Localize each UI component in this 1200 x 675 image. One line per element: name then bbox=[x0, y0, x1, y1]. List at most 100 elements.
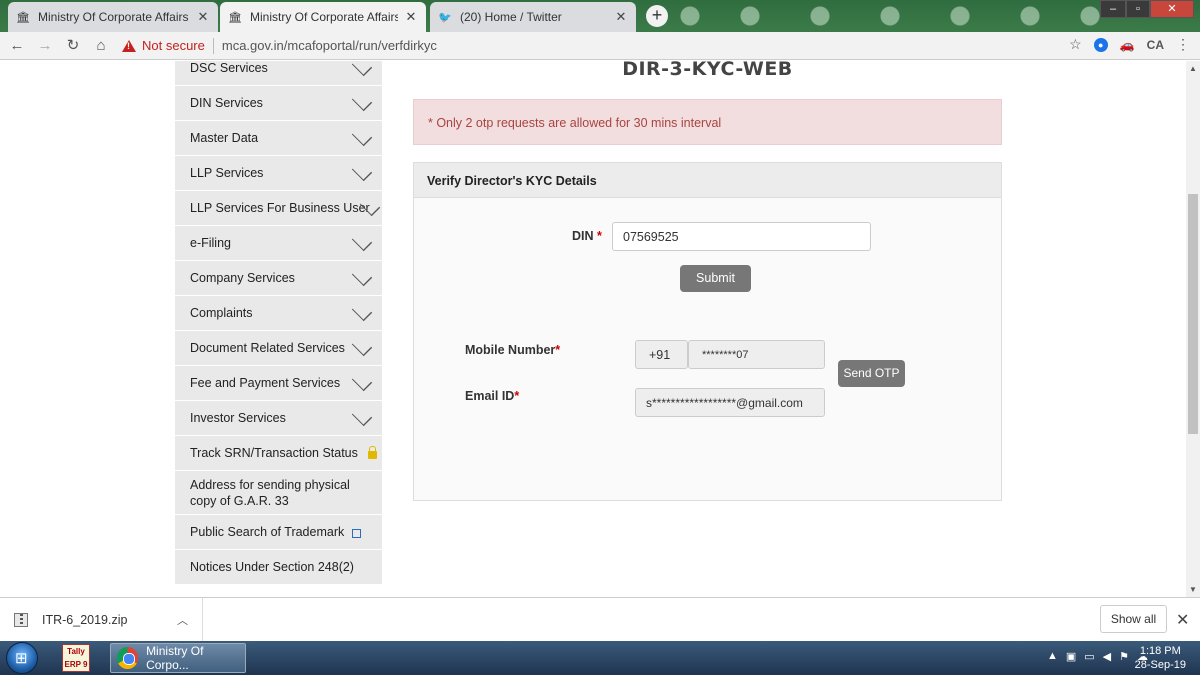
action-center-icon[interactable]: ⚑ bbox=[1119, 650, 1129, 663]
extension-ca-icon[interactable]: CA bbox=[1147, 38, 1164, 52]
show-hidden-icons-icon[interactable]: ▲ bbox=[1047, 650, 1058, 663]
sidebar-item-label: Document Related Services bbox=[190, 341, 345, 355]
bookmark-star-icon[interactable]: ☆ bbox=[1069, 36, 1082, 53]
clock-time: 1:18 PM bbox=[1139, 645, 1181, 657]
send-otp-button[interactable]: Send OTP bbox=[838, 360, 905, 387]
back-icon[interactable]: ← bbox=[6, 35, 28, 57]
scrollbar-thumb[interactable] bbox=[1188, 194, 1198, 434]
taskbar-chrome-window[interactable]: Ministry Of Corpo... bbox=[110, 643, 246, 673]
tab-strip: 🏛 Ministry Of Corporate Affairs - Gr ✕ 🏛… bbox=[0, 0, 1200, 32]
sidebar-item-label: Public Search of Trademark bbox=[190, 525, 345, 539]
emblem-icon: 🏛 bbox=[16, 11, 30, 24]
sidebar-item-document-services[interactable]: Document Related Services bbox=[175, 331, 382, 365]
sidebar-item-trademark-search[interactable]: Public Search of Trademark bbox=[175, 515, 382, 549]
required-mark: * bbox=[555, 343, 561, 357]
sidebar-item-label: Company Services bbox=[190, 271, 295, 285]
clock[interactable]: 1:18 PM 28-Sep-19 bbox=[1135, 644, 1186, 672]
chevron-down-icon bbox=[351, 335, 373, 357]
new-tab-button[interactable]: + bbox=[646, 5, 668, 27]
page-scrollbar[interactable]: ▲ ▼ bbox=[1186, 61, 1200, 597]
menu-icon[interactable]: ⋮ bbox=[1176, 36, 1190, 53]
chevron-down-icon bbox=[351, 160, 373, 182]
close-icon[interactable]: ✕ bbox=[1176, 610, 1189, 630]
monitor-icon[interactable]: ▭ bbox=[1084, 650, 1094, 663]
din-input[interactable]: 07569525 bbox=[612, 222, 871, 251]
close-window-icon[interactable]: ✕ bbox=[1150, 0, 1194, 18]
sidebar-item-investor-services[interactable]: Investor Services bbox=[175, 401, 382, 435]
zip-file-icon bbox=[14, 613, 28, 627]
sidebar-item-label: e-Filing bbox=[190, 236, 231, 250]
tab-label: Ministry Of Corporate Affairs - Gr bbox=[38, 10, 190, 24]
windows-taskbar: ⊞ Tally ERP 9 Ministry Of Corpo... ▲ ▣ ▭… bbox=[0, 641, 1200, 675]
sidebar-item-label: Track SRN/Transaction Status bbox=[190, 446, 358, 460]
extension-icon[interactable]: ● bbox=[1093, 37, 1108, 52]
address-bar[interactable]: Not secure mca.gov.in/mcafoportal/run/ve… bbox=[122, 34, 437, 58]
sidebar-item-fee-payment[interactable]: Fee and Payment Services bbox=[175, 366, 382, 400]
extension-car-icon[interactable]: 🚗 bbox=[1120, 38, 1135, 52]
tally-icon[interactable]: Tally ERP 9 bbox=[62, 644, 90, 672]
scroll-down-icon[interactable]: ▼ bbox=[1189, 585, 1197, 594]
sidebar-item-track-srn[interactable]: Track SRN/Transaction Status bbox=[175, 436, 382, 470]
din-label-text: DIN bbox=[572, 229, 594, 243]
sidebar-item-label: Fee and Payment Services bbox=[190, 376, 341, 390]
maximize-icon[interactable]: ▫ bbox=[1126, 0, 1150, 18]
sidebar-item-llp-business-user[interactable]: LLP Services For Business User bbox=[175, 191, 382, 225]
tab-mca-1[interactable]: 🏛 Ministry Of Corporate Affairs - Gr ✕ bbox=[8, 2, 218, 32]
minimize-icon[interactable]: – bbox=[1100, 0, 1126, 18]
chevron-down-icon bbox=[351, 300, 373, 322]
chevron-up-icon[interactable]: ︿ bbox=[177, 612, 188, 628]
tab-label: (20) Home / Twitter bbox=[460, 10, 562, 24]
sidebar-item-din-services[interactable]: DIN Services bbox=[175, 86, 382, 120]
submit-button[interactable]: Submit bbox=[680, 265, 751, 292]
theme-background bbox=[660, 0, 1100, 32]
chevron-down-icon bbox=[351, 61, 373, 77]
sidebar-item-label: Address for sending physical copy of G.A… bbox=[190, 477, 350, 508]
sidebar-item-company-services[interactable]: Company Services bbox=[175, 261, 382, 295]
page-content: DSC Services DIN Services Master Data LL… bbox=[0, 61, 1186, 597]
download-item[interactable]: ITR-6_2019.zip ︿ bbox=[14, 598, 203, 642]
sidebar-item-label: Complaints bbox=[190, 306, 253, 320]
toolbar-actions: ☆ ● 🚗 CA ⋮ bbox=[1069, 36, 1190, 53]
windows-logo-icon: ⊞ bbox=[15, 650, 28, 667]
divider bbox=[212, 37, 214, 54]
sidebar-item-label: LLP Services bbox=[190, 166, 264, 180]
email-field: s******************@gmail.com bbox=[635, 388, 825, 417]
sidebar-item-e-filing[interactable]: e-Filing bbox=[175, 226, 382, 260]
mobile-number-field: ********07 bbox=[688, 340, 825, 369]
tab-twitter[interactable]: 🐦 (20) Home / Twitter ✕ bbox=[430, 2, 636, 32]
chevron-down-icon bbox=[351, 370, 373, 392]
email-label: Email ID* bbox=[465, 389, 519, 403]
close-icon[interactable]: ✕ bbox=[196, 9, 210, 25]
sidebar-item-notices-248[interactable]: Notices Under Section 248(2) bbox=[175, 550, 382, 584]
close-icon[interactable]: ✕ bbox=[404, 9, 418, 25]
sidebar-item-dsc-services[interactable]: DSC Services bbox=[175, 61, 382, 85]
security-indicator[interactable]: Not secure bbox=[142, 38, 205, 53]
system-tray: ▲ ▣ ▭ ◀ ⚑ ☁ bbox=[1047, 650, 1148, 663]
show-all-button[interactable]: Show all bbox=[1100, 605, 1167, 633]
taskbar-window-label: Ministry Of Corpo... bbox=[146, 644, 204, 672]
chevron-down-icon bbox=[351, 405, 373, 427]
sidebar-item-label: DSC Services bbox=[190, 61, 268, 75]
scroll-up-icon[interactable]: ▲ bbox=[1189, 64, 1197, 73]
mobile-number-label: Mobile Number* bbox=[465, 343, 560, 357]
sidebar-item-label: DIN Services bbox=[190, 96, 263, 110]
required-mark: * bbox=[597, 229, 602, 243]
network-icon[interactable]: ▣ bbox=[1066, 650, 1076, 663]
tab-mca-2[interactable]: 🏛 Ministry Of Corporate Affairs - M ✕ bbox=[220, 2, 426, 32]
close-icon[interactable]: ✕ bbox=[614, 9, 628, 25]
window-controls: – ▫ ✕ bbox=[1100, 0, 1194, 18]
url-text[interactable]: mca.gov.in/mcafoportal/run/verfdirkyc bbox=[222, 38, 437, 53]
sidebar-item-gar-33[interactable]: Address for sending physical copy of G.A… bbox=[175, 471, 382, 514]
panel-title: Verify Director's KYC Details bbox=[414, 163, 1001, 198]
sidebar-item-llp-services[interactable]: LLP Services bbox=[175, 156, 382, 190]
start-button[interactable]: ⊞ bbox=[6, 642, 38, 674]
sidebar-item-complaints[interactable]: Complaints bbox=[175, 296, 382, 330]
sidebar-item-master-data[interactable]: Master Data bbox=[175, 121, 382, 155]
external-link-icon bbox=[352, 528, 362, 538]
sidebar-item-label: Investor Services bbox=[190, 411, 286, 425]
forward-icon[interactable]: → bbox=[34, 35, 56, 57]
reload-icon[interactable]: ↻ bbox=[62, 35, 84, 57]
kyc-verification-panel: Verify Director's KYC Details DIN * 0756… bbox=[413, 162, 1002, 501]
home-icon[interactable]: ⌂ bbox=[90, 35, 112, 57]
volume-icon[interactable]: ◀ bbox=[1103, 650, 1111, 663]
